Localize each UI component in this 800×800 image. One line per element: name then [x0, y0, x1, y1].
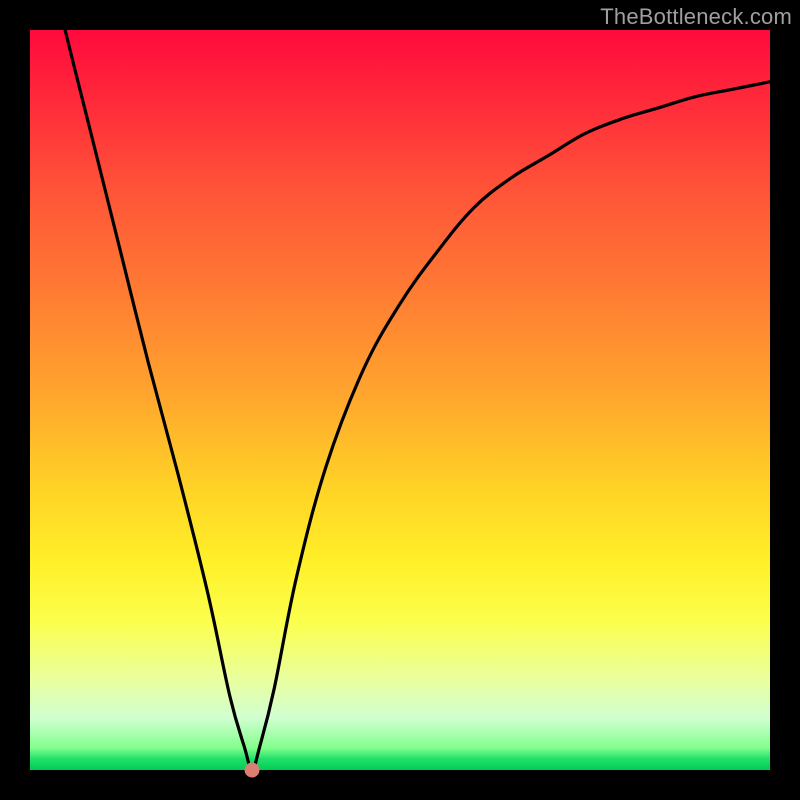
bottleneck-curve: [30, 30, 770, 770]
minimum-marker: [245, 763, 260, 778]
chart-svg: [30, 30, 770, 770]
watermark-label: TheBottleneck.com: [600, 4, 792, 30]
chart-container: TheBottleneck.com: [0, 0, 800, 800]
